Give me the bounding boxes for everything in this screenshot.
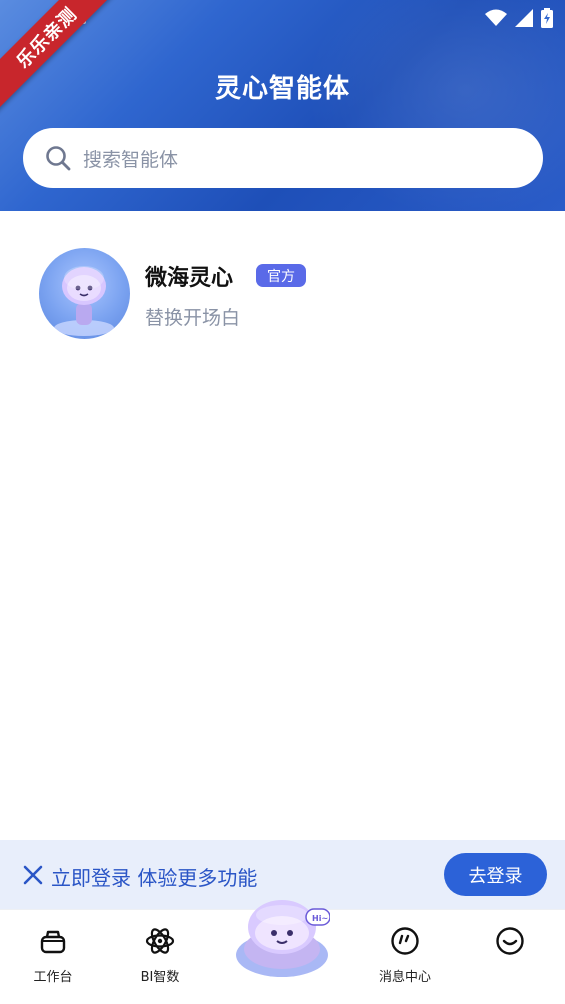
smile-icon [496, 927, 524, 955]
robot-center-icon: Hi~ [236, 900, 331, 977]
official-badge: 官方 [256, 264, 306, 287]
tab-label: 消息中心 [378, 970, 431, 985]
tab-label: BI智数 [140, 970, 180, 985]
close-icon[interactable] [22, 864, 44, 886]
wifi-icon [485, 9, 507, 26]
message-icon [391, 927, 419, 955]
agent-name: 微海灵心 [145, 266, 234, 291]
status-icons [485, 8, 553, 28]
basket-icon [40, 930, 66, 954]
tab-messages[interactable]: 消息中心 [370, 910, 440, 1004]
tab-bi[interactable]: BI智数 [130, 910, 190, 1004]
tab-label: 工作台 [33, 970, 73, 985]
search-placeholder: 搜索智能体 [83, 148, 179, 171]
tab-assistant[interactable]: Hi~ [234, 897, 331, 977]
tab-profile[interactable] [485, 910, 535, 1004]
svg-text:Hi~: Hi~ [312, 914, 328, 923]
agent-list-item[interactable]: 微海灵心 官方 替换开场白 [39, 248, 539, 340]
robot-avatar [39, 248, 130, 339]
tab-workbench[interactable]: 工作台 [23, 910, 83, 1004]
agent-description: 替换开场白 [145, 307, 241, 329]
page-title: 灵心智能体 [214, 74, 350, 104]
signal-icon [515, 9, 533, 27]
battery-icon [541, 8, 553, 28]
search-icon [46, 146, 71, 171]
login-prompt-text: 立即登录 体验更多功能 [51, 866, 258, 890]
search-input[interactable]: 搜索智能体 [23, 128, 543, 188]
atom-icon [145, 928, 175, 954]
header: 乐乐亲测 灵心智能体 搜索智能体 [0, 0, 565, 211]
login-button[interactable]: 去登录 [444, 853, 547, 896]
